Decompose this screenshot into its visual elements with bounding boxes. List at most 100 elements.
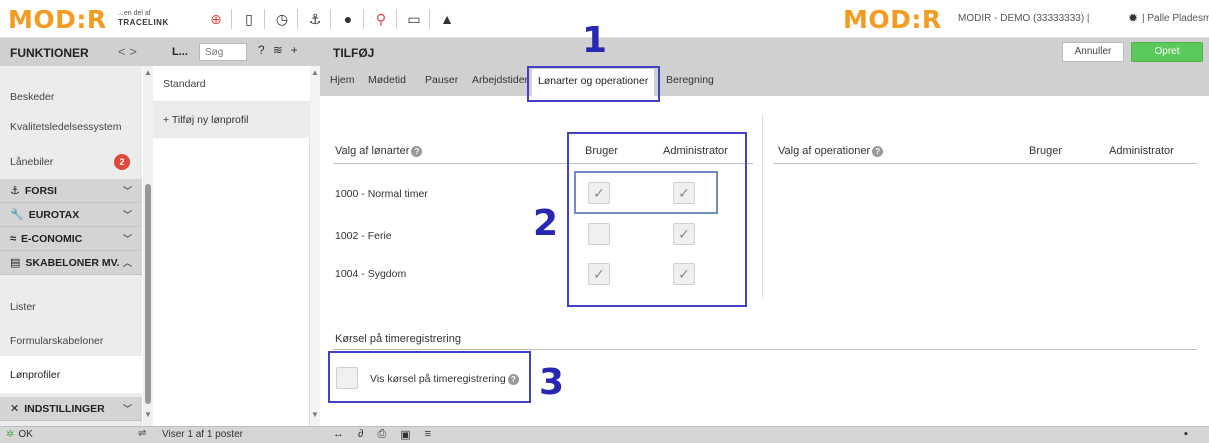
annotation-box-3: [328, 351, 531, 403]
scroll-down-icon[interactable]: ▼: [311, 410, 319, 419]
chat-icon[interactable]: ▪: [1184, 428, 1188, 440]
annotation-box-1: [527, 66, 660, 102]
sidebar-item-label: Formularskabeloner: [10, 334, 104, 347]
sidebar-item-label: EUROTAX: [28, 208, 80, 221]
tab-beregning[interactable]: Beregning: [666, 74, 714, 86]
modir-logo[interactable]: MOD:R: [8, 5, 107, 34]
chevron-down-icon: ﹀: [122, 186, 132, 196]
expand-width-icon[interactable]: ↔: [333, 428, 344, 441]
functions-title: FUNKTIONER: [10, 46, 89, 60]
annotation-box-2: [567, 132, 747, 307]
sidebar-section-forsi[interactable]: ⚓ FORSI ﹀: [0, 179, 142, 203]
sidebar-scrollbar[interactable]: ▲ ▼: [143, 66, 153, 426]
scroll-down-icon[interactable]: ▼: [144, 410, 152, 419]
divider: [429, 9, 430, 29]
operations-heading-text: Valg af operationer: [778, 145, 871, 157]
gear-icon[interactable]: ✹: [1128, 11, 1138, 25]
wage-types-heading-text: Valg af lønarter: [335, 145, 410, 157]
sidebar-item-kvalitet[interactable]: Kvalitetsledelsessystem: [0, 108, 142, 145]
ops-col-user: Bruger: [1029, 145, 1063, 157]
chat-icon[interactable]: ●: [337, 8, 359, 30]
tab-hjem[interactable]: Hjem: [330, 74, 355, 86]
sidebar-item-label: Beskeder: [10, 90, 55, 103]
link-icon[interactable]: ∂: [358, 428, 363, 441]
list-tools: ? ≋ +: [258, 43, 306, 57]
help-icon[interactable]: ?: [411, 145, 423, 157]
ops-col-admin: Administrator: [1109, 145, 1174, 157]
scrollbar-thumb[interactable]: [145, 184, 151, 404]
tab-moedetid[interactable]: Mødetid: [368, 74, 406, 86]
wrench-icon: 🔧: [10, 209, 24, 221]
modir-logo-right: MOD:R: [843, 5, 942, 34]
sidebar-item-laanebiler[interactable]: Lånebiler 2: [0, 143, 142, 180]
sidebar-item-loenprofiler[interactable]: Lønprofiler: [0, 356, 142, 393]
profile-list: Standard + Tilføj ny lønprofil: [153, 66, 310, 426]
menu-icon[interactable]: ≡: [425, 428, 431, 441]
phone-icon[interactable]: ▯: [238, 8, 260, 30]
nav-arrows[interactable]: < >: [118, 44, 137, 59]
user-name[interactable]: | Palle Pladesmed: [1142, 13, 1209, 24]
operations-heading: Valg af operationer?: [778, 145, 884, 157]
sidebar-item-label: Lånebiler: [10, 155, 54, 168]
layers-icon[interactable]: ≋: [273, 43, 283, 57]
top-icon-bar: ⊕ ▯ ◷ ⚓ ● ⚲ ▭ ▲: [205, 8, 462, 30]
sidebar-section-skabeloner[interactable]: ▤ SKABELONER MV. ︿: [0, 251, 142, 275]
pdf-icon[interactable]: ▣: [400, 428, 410, 441]
sidebar-item-label: SKABELONER MV.: [25, 256, 120, 269]
status-bar: ✲ OK ⇌ Viser 1 af 1 poster ↔ ∂ ⎙ ▣ ≡ ▪: [0, 426, 1209, 443]
tab-pauser[interactable]: Pauser: [425, 74, 458, 86]
filter-icon[interactable]: ⇌: [138, 428, 146, 439]
divider: [297, 9, 298, 29]
annotation-number-2: 2: [533, 203, 559, 244]
chevron-down-icon: ﹀: [122, 210, 132, 220]
search-input[interactable]: [199, 43, 247, 61]
form-title: TILFØJ: [333, 46, 375, 60]
lifebuoy-icon[interactable]: ⊕: [205, 8, 227, 30]
create-button[interactable]: Opret: [1131, 42, 1203, 62]
count-badge: 2: [114, 153, 130, 170]
keyboard-icon[interactable]: ▭: [403, 8, 425, 30]
help-icon[interactable]: ?: [258, 43, 265, 57]
sidebar-item-label: E-CONOMIC: [21, 232, 83, 245]
tab-arbejdstider[interactable]: Arbejdstider: [472, 74, 528, 86]
chart-icon[interactable]: ⚲: [370, 8, 392, 30]
help-icon[interactable]: ?: [872, 145, 884, 157]
wage-types-heading: Valg af lønarter?: [335, 145, 423, 157]
add-profile-button[interactable]: + Tilføj ny lønprofil: [153, 102, 310, 138]
annotation-number-3: 3: [539, 362, 565, 403]
sidebar-section-indstillinger[interactable]: ✕ INDSTILLINGER ﹀: [0, 397, 142, 421]
cancel-button[interactable]: Annuller: [1062, 42, 1124, 62]
plus-icon[interactable]: +: [291, 43, 298, 57]
sidebar: Beskeder Kvalitetsledelsessystem Lånebil…: [0, 66, 142, 426]
driving-heading: Kørsel på timeregistrering: [335, 333, 461, 345]
wage-row-label: 1002 - Ferie: [335, 230, 392, 242]
tools-icon: ✕: [10, 403, 20, 415]
logo-sub-bottom: TRACELINK: [118, 18, 169, 27]
chevron-down-icon: ﹀: [122, 234, 132, 244]
sidebar-section-eurotax[interactable]: 🔧 EUROTAX ﹀: [0, 203, 142, 227]
status-tools: ↔ ∂ ⎙ ▣ ≡: [333, 428, 445, 441]
sidebar-section-economic[interactable]: ≈ E-CONOMIC ﹀: [0, 227, 142, 251]
print-icon[interactable]: ⎙: [377, 428, 386, 441]
divider: [333, 349, 1197, 350]
sidebar-item-label: INDSTILLINGER: [24, 402, 105, 415]
sidebar-item-lister[interactable]: Lister: [0, 288, 142, 325]
profile-list-scrollbar[interactable]: ▲ ▼: [310, 66, 320, 426]
economic-icon: ≈: [10, 232, 17, 245]
logo-sub-top: ...en del af: [118, 10, 151, 17]
sidebar-item-formularskabeloner[interactable]: Formularskabeloner: [0, 322, 142, 359]
status-ok: ✲ OK: [6, 429, 33, 440]
status-text: OK: [18, 429, 33, 440]
list-label: L...: [172, 46, 188, 58]
clock-icon[interactable]: ◷: [271, 8, 293, 30]
scroll-up-icon[interactable]: ▲: [311, 68, 319, 77]
account-label[interactable]: MODIR - DEMO (33333333) |: [958, 13, 1090, 24]
tracelink-logo: ...en del af TRACELINK: [118, 9, 169, 27]
anchor-icon[interactable]: ⚓: [304, 8, 326, 30]
warning-icon[interactable]: ▲: [436, 8, 458, 30]
status-icon: ✲: [6, 429, 15, 440]
sidebar-item-label: Lønprofiler: [10, 368, 61, 381]
scroll-up-icon[interactable]: ▲: [144, 68, 152, 77]
sidebar-item-label: Lister: [10, 300, 36, 313]
profile-item-standard[interactable]: Standard: [153, 66, 310, 102]
